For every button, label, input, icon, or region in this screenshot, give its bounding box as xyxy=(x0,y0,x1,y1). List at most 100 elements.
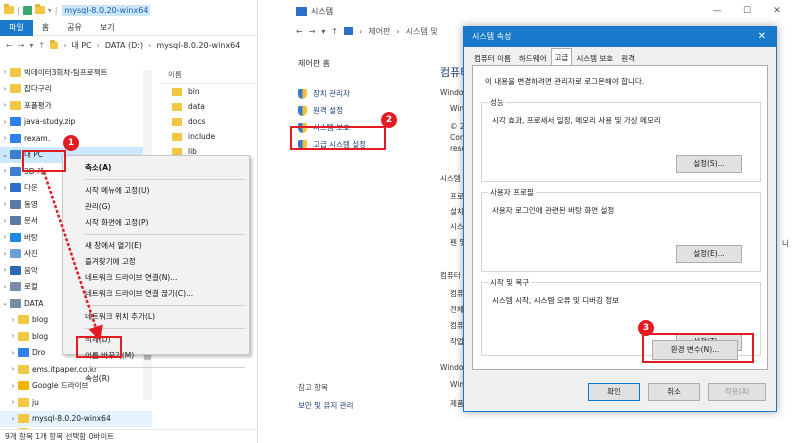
tree-item[interactable]: › ju xyxy=(0,394,152,411)
control-panel-home-link[interactable]: 제어판 홈 xyxy=(298,58,408,69)
chevron-right-icon[interactable]: › xyxy=(0,167,10,175)
menu-item-pin-quick-access[interactable]: 즐겨찾기에 고정 xyxy=(63,254,249,270)
breadcrumb-data-drive[interactable]: DATA (D:) xyxy=(105,41,143,50)
user-profile-settings-button[interactable]: 설정(E)... xyxy=(676,245,742,263)
menu-separator xyxy=(85,367,245,368)
breadcrumb-control-panel[interactable]: 제어판 xyxy=(368,26,390,37)
breadcrumb-this-pc[interactable]: 내 PC xyxy=(71,40,91,51)
computer-icon xyxy=(10,150,21,160)
chevron-right-icon[interactable]: › xyxy=(0,266,10,274)
tree-item[interactable]: › 포폴평가 xyxy=(0,97,152,114)
chevron-right-icon[interactable]: › xyxy=(0,134,10,142)
dialog-title: 시스템 속성 xyxy=(472,32,512,41)
menu-item-map-network-drive[interactable]: 네트워크 드라이브 연결(N)... xyxy=(63,270,249,286)
dropdown-icon[interactable]: ▾ xyxy=(48,6,52,15)
maximize-icon[interactable]: ☐ xyxy=(732,0,762,22)
chevron-right-icon[interactable]: › xyxy=(0,184,10,192)
back-arrow-icon[interactable]: ← xyxy=(6,41,13,50)
chevron-right-icon[interactable]: › xyxy=(0,118,10,126)
forward-arrow-icon[interactable]: → xyxy=(309,27,316,36)
tree-item[interactable]: › java-study.zip xyxy=(0,114,152,131)
chevron-right-icon[interactable]: › xyxy=(0,217,10,225)
annotation-badge-3: 3 xyxy=(638,320,654,336)
folder-icon xyxy=(18,315,29,325)
forward-arrow-icon[interactable]: → xyxy=(18,41,25,50)
minimize-icon[interactable]: — xyxy=(702,0,732,22)
folder-icon xyxy=(18,397,29,407)
tab-file[interactable]: 파일 xyxy=(0,19,33,36)
chevron-right-icon[interactable]: › xyxy=(0,101,10,109)
status-bar: 9개 항목 1개 항목 선택함 0바이트 xyxy=(0,429,257,443)
tab-system-protection[interactable]: 시스템 보호 xyxy=(572,50,617,65)
chevron-right-icon[interactable]: › xyxy=(0,85,10,93)
link-label: 원격 설정 xyxy=(313,106,343,115)
tab-view[interactable]: 보기 xyxy=(91,20,124,36)
tree-item-label: blog xyxy=(32,331,49,341)
breadcrumb-system-security[interactable]: 시스템 및 xyxy=(406,26,438,37)
up-arrow-icon[interactable]: ↑ xyxy=(38,41,45,50)
device-manager-link[interactable]: 장치 관리자 xyxy=(298,85,408,102)
recent-dropdown-icon[interactable]: ▾ xyxy=(321,27,325,36)
tab-hardware[interactable]: 하드웨어 xyxy=(515,50,551,65)
apply-button[interactable]: 적용(A) xyxy=(708,383,766,401)
menu-item-properties[interactable]: 속성(R) xyxy=(63,371,249,387)
chevron-right-icon[interactable]: › xyxy=(0,68,10,76)
tab-home[interactable]: 홈 xyxy=(33,20,58,36)
bg-label: 니 xyxy=(782,239,789,248)
chevron-right-icon[interactable]: › xyxy=(8,365,18,373)
recent-dropdown-icon[interactable]: ▾ xyxy=(29,41,33,50)
chevron-right-icon[interactable]: › xyxy=(0,250,10,258)
list-item[interactable]: docs xyxy=(160,114,256,129)
menu-item-manage[interactable]: 관리(G) xyxy=(63,199,249,215)
list-item[interactable]: data xyxy=(160,99,256,114)
chevron-down-icon[interactable]: ⌄ xyxy=(0,151,10,159)
annotation-box-env-variables xyxy=(642,333,754,363)
up-arrow-icon[interactable]: ↑ xyxy=(331,27,338,36)
window-controls: — ☐ ✕ xyxy=(702,0,792,22)
list-item-label: docs xyxy=(188,117,206,126)
back-arrow-icon[interactable]: ← xyxy=(296,27,303,36)
control-panel-icon xyxy=(344,27,354,35)
tab-share[interactable]: 공유 xyxy=(58,20,91,36)
tree-item[interactable]: › 잡다구리 xyxy=(0,81,152,98)
chevron-right-icon[interactable]: › xyxy=(8,332,18,340)
folder-icon xyxy=(18,331,29,341)
menu-item-collapse[interactable]: 축소(A) xyxy=(63,160,249,176)
chevron-down-icon[interactable]: ⌄ xyxy=(0,299,10,307)
column-header-name[interactable]: 이름 xyxy=(160,66,256,84)
close-icon[interactable]: ✕ xyxy=(758,27,766,47)
list-item[interactable]: bin xyxy=(160,84,256,99)
tree-item-mysql[interactable]: › mysql-8.0.20-winx64 xyxy=(0,410,152,427)
tree-item[interactable]: › 빅데이터3회차-팀프로젝트 xyxy=(0,64,152,81)
bg-label: 전체 xyxy=(450,305,464,314)
tab-computer-name[interactable]: 컴퓨터 이름 xyxy=(470,50,515,65)
list-item[interactable]: include xyxy=(160,129,256,144)
chevron-right-icon[interactable]: › xyxy=(8,349,18,357)
chevron-right-icon[interactable]: › xyxy=(0,200,10,208)
chevron-right-icon[interactable]: › xyxy=(8,316,18,324)
close-icon[interactable]: ✕ xyxy=(762,0,792,22)
menu-item-pin-start[interactable]: 시작 메뉴에 고정(U) xyxy=(63,183,249,199)
bg-label: 시스 xyxy=(450,222,464,231)
menu-item-open-new-window[interactable]: 새 창에서 열기(E) xyxy=(63,238,249,254)
chevron-right-icon[interactable]: › xyxy=(8,398,18,406)
new-folder-icon[interactable] xyxy=(34,4,45,14)
cancel-button[interactable]: 취소 xyxy=(648,383,700,401)
performance-settings-button[interactable]: 설정(S)... xyxy=(676,155,742,173)
tab-advanced[interactable]: 고급 xyxy=(550,48,573,65)
tab-remote[interactable]: 원격 xyxy=(617,50,639,65)
chevron-right-icon[interactable]: › xyxy=(8,415,18,423)
chevron-right-icon[interactable]: › xyxy=(0,283,10,291)
menu-item-disconnect-network-drive[interactable]: 네트워크 드라이브 연결 끊기(C)... xyxy=(63,286,249,302)
ok-button[interactable]: 확인 xyxy=(588,383,640,401)
explorer-address-bar[interactable]: ← → ▾ ↑ › 내 PC › DATA (D:) › mysql-8.0.2… xyxy=(0,36,257,54)
chevron-right-icon[interactable]: › xyxy=(8,382,18,390)
menu-item-pin-start-screen[interactable]: 시작 화면에 고정(P) xyxy=(63,215,249,231)
breadcrumb-mysql[interactable]: mysql-8.0.20-winx64 xyxy=(156,41,240,50)
chevron-right-icon[interactable]: › xyxy=(0,233,10,241)
menu-item-add-network-location[interactable]: 네트워크 위치 추가(L) xyxy=(63,309,249,325)
bg-label: Win xyxy=(450,104,465,113)
checkmark-icon[interactable] xyxy=(22,5,32,15)
security-maintenance-link[interactable]: 보안 및 유지 관리 xyxy=(298,400,353,411)
zip-icon xyxy=(10,117,21,127)
